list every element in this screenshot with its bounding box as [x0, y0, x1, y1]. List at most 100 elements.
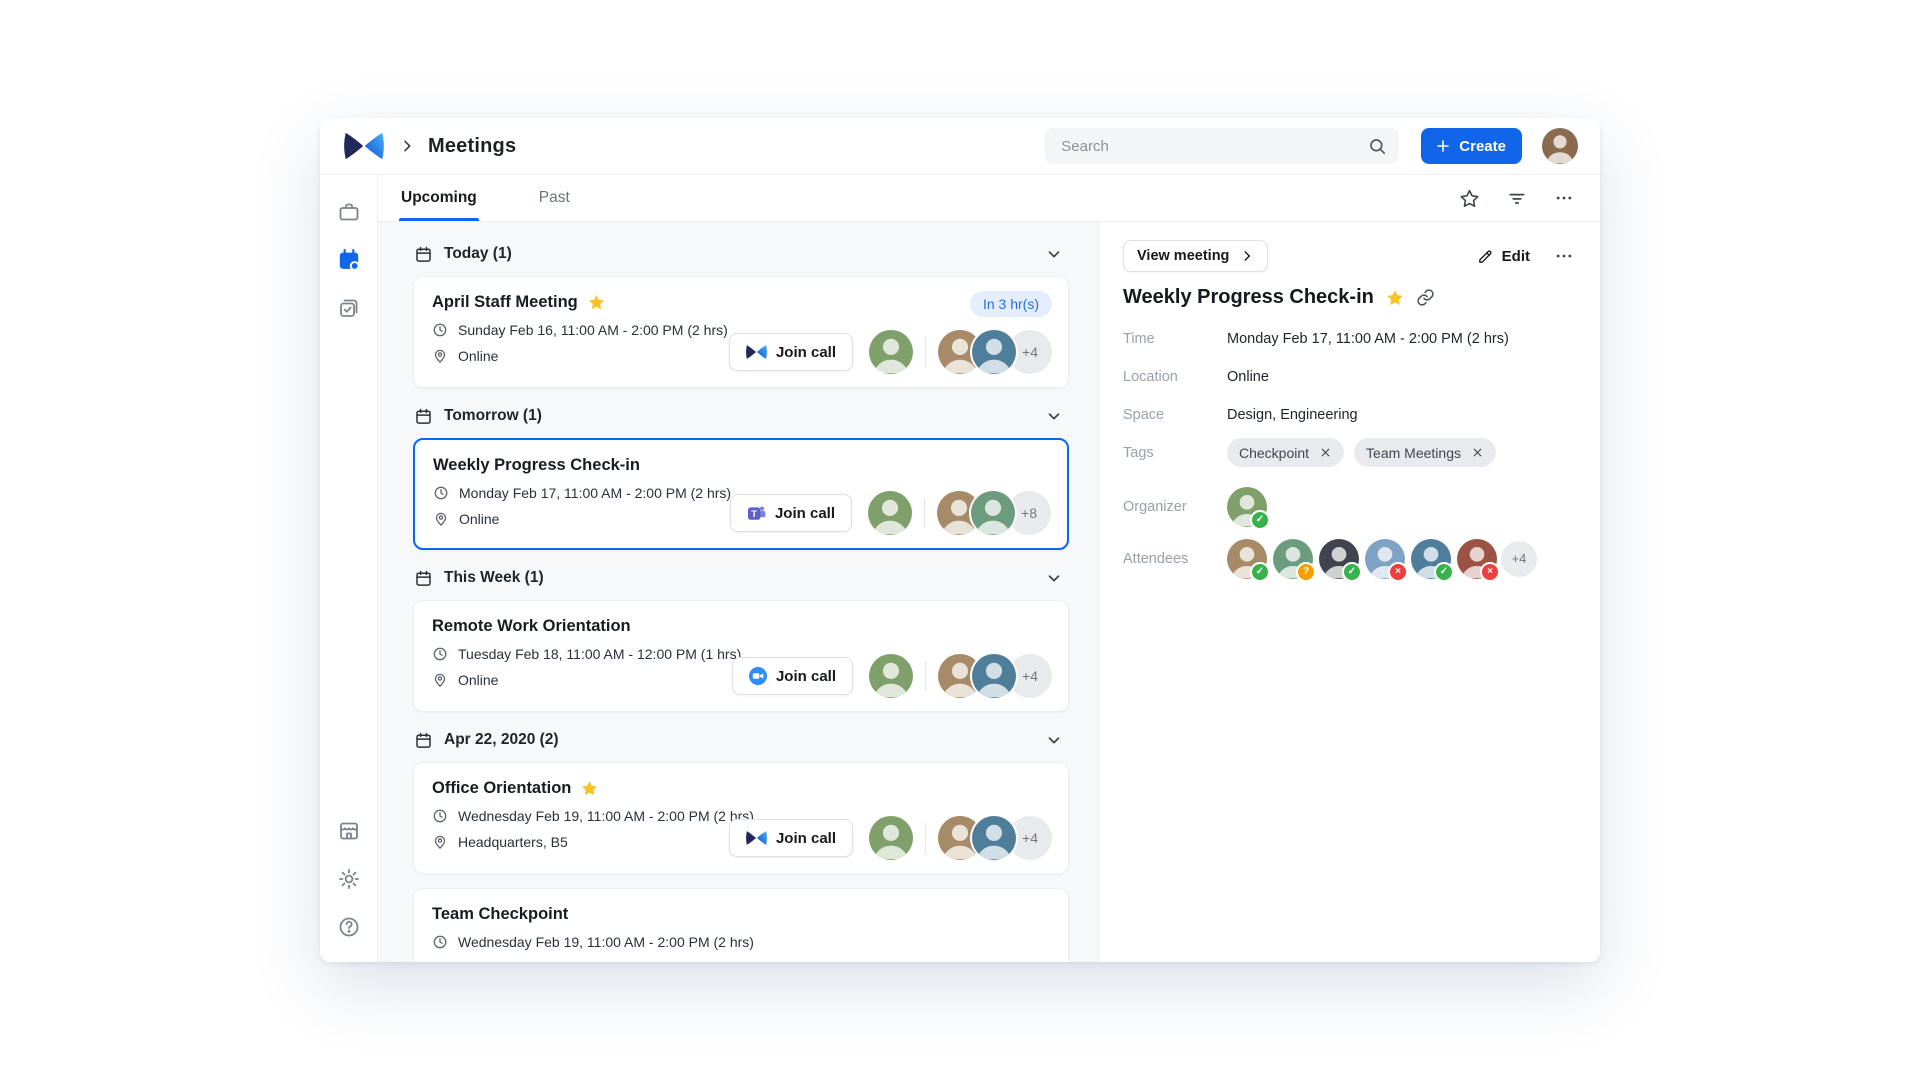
more-options-icon[interactable] [1554, 188, 1574, 208]
remove-tag-icon[interactable] [1319, 446, 1332, 459]
task-list-icon [337, 296, 361, 320]
remove-tag-icon[interactable] [1471, 446, 1484, 459]
question-status-badge: ? [1296, 562, 1316, 582]
cross-status-badge: × [1388, 562, 1408, 582]
location-pin-icon [433, 511, 449, 527]
avatar: ? [1273, 539, 1313, 579]
join-call-button[interactable]: Join call [732, 657, 853, 695]
sidebar-item-projects[interactable] [332, 195, 366, 229]
tab-past[interactable]: Past [537, 175, 572, 221]
section-header-apr-22-2020[interactable]: Apr 22, 2020 (2) [414, 726, 1067, 754]
meeting-title: Remote Work Orientation [432, 617, 631, 636]
search-input[interactable] [1059, 137, 1368, 156]
join-call-button[interactable]: Join call [729, 333, 853, 371]
star-icon [580, 779, 599, 798]
check-status-badge: ✓ [1342, 562, 1362, 582]
copy-link-icon[interactable] [1416, 288, 1435, 307]
section-header-this-week[interactable]: This Week (1) [414, 564, 1067, 592]
avatar: ✓ [1319, 539, 1359, 579]
meeting-time: Wednesday Feb 19, 11:00 AM - 2:00 PM (2 … [458, 934, 754, 950]
avatar: ✓ [1411, 539, 1451, 579]
sidebar-item-meetings-active[interactable] [332, 243, 366, 277]
chevron-down-icon[interactable] [1045, 245, 1063, 263]
meeting-card-team-checkpoint[interactable]: Team Checkpoint Wednesday Feb 19, 11:00 … [413, 888, 1069, 962]
calendar-icon [414, 569, 433, 588]
briefcase-icon [337, 200, 361, 224]
app-logo-icon[interactable] [344, 131, 384, 161]
sidebar-item-settings[interactable] [332, 862, 366, 896]
field-label: Attendees [1123, 550, 1227, 568]
attendee-avatars [937, 491, 1015, 535]
sidebar-item-tasks[interactable] [332, 291, 366, 325]
join-call-button[interactable]: Join call [729, 819, 853, 857]
meeting-title: Weekly Progress Check-in [433, 456, 640, 475]
page-title: Meetings [428, 135, 516, 158]
tag-chip: Checkpoint [1227, 438, 1344, 467]
view-meeting-button[interactable]: View meeting [1123, 240, 1268, 272]
search-bar[interactable] [1045, 128, 1399, 164]
avatar-divider [925, 823, 926, 853]
meeting-detail-panel: View meeting Edit [1098, 222, 1600, 962]
meeting-location: Online [459, 511, 499, 527]
field-value-space: Design, Engineering [1227, 406, 1358, 424]
avatar: × [1457, 539, 1497, 579]
field-row-attendees: Attendees ✓?✓×✓× +4 [1123, 539, 1574, 579]
tag-chip: Team Meetings [1354, 438, 1496, 467]
favorite-star-icon[interactable] [1459, 188, 1480, 209]
meeting-card-remote-work-orientation[interactable]: Remote Work Orientation Tuesday Feb 18, … [413, 600, 1069, 712]
clock-icon [433, 485, 449, 501]
sidebar-item-help[interactable] [332, 910, 366, 944]
star-icon [1385, 288, 1405, 308]
avatar [972, 330, 1016, 374]
section-header-tomorrow[interactable]: Tomorrow (1) [414, 402, 1067, 430]
app-window: Meetings Create [320, 118, 1600, 962]
app-call-icon [746, 344, 767, 360]
chevron-down-icon[interactable] [1045, 569, 1063, 587]
detail-meeting-title: Weekly Progress Check-in [1123, 286, 1374, 309]
organizer-avatar [868, 491, 912, 535]
star-icon [587, 293, 606, 312]
meeting-card-office-orientation[interactable]: Office Orientation Wednesday Feb 19, 11:… [413, 762, 1069, 874]
calendar-icon [336, 247, 362, 273]
countdown-badge: In 3 hr(s) [970, 291, 1052, 317]
chevron-down-icon[interactable] [1045, 407, 1063, 425]
breadcrumb-chevron-right-icon [399, 138, 415, 154]
meeting-location: Online [458, 348, 498, 364]
calendar-icon [414, 731, 433, 750]
section-header-today[interactable]: Today (1) [414, 240, 1067, 268]
field-row-tags: Tags Checkpoint Team Meetings [1123, 444, 1574, 467]
tab-upcoming[interactable]: Upcoming [399, 175, 479, 221]
chevron-down-icon[interactable] [1045, 731, 1063, 749]
meeting-title: Office Orientation [432, 779, 571, 798]
meeting-location: Headquarters, B5 [458, 834, 568, 850]
field-label: Location [1123, 368, 1227, 386]
detail-more-options-icon[interactable] [1554, 246, 1574, 266]
clock-icon [432, 322, 448, 338]
meeting-card-april-staff-meeting[interactable]: April Staff Meeting In 3 hr(s) Sunday Fe… [413, 276, 1069, 388]
meeting-time: Wednesday Feb 19, 11:00 AM - 2:00 PM (2 … [458, 808, 754, 824]
edit-button[interactable]: Edit [1477, 248, 1530, 265]
meeting-time: Tuesday Feb 18, 11:00 AM - 12:00 PM (1 h… [458, 646, 741, 662]
avatar: ✓ [1227, 539, 1267, 579]
ms-teams-icon: T [747, 504, 766, 522]
avatar: ✓ [1227, 487, 1267, 527]
meeting-time: Sunday Feb 16, 11:00 AM - 2:00 PM (2 hrs… [458, 322, 728, 338]
profile-avatar[interactable] [1542, 128, 1578, 164]
gear-icon [337, 867, 361, 891]
sidebar-item-apps[interactable] [332, 814, 366, 848]
check-status-badge: ✓ [1250, 510, 1270, 530]
cross-status-badge: × [1480, 562, 1500, 582]
organizer-avatar [869, 654, 913, 698]
create-button[interactable]: Create [1421, 128, 1522, 164]
pencil-icon [1477, 248, 1494, 265]
section-label: Today (1) [444, 245, 512, 263]
clock-icon [432, 646, 448, 662]
join-call-button[interactable]: T Join call [730, 494, 852, 532]
organizer-avatar: ✓ [1227, 487, 1267, 527]
location-pin-icon [432, 834, 448, 850]
filter-icon[interactable] [1507, 188, 1527, 208]
attendee-avatars [938, 330, 1016, 374]
app-call-icon [746, 830, 767, 846]
field-value-location: Online [1227, 368, 1269, 386]
meeting-card-weekly-progress-check-in-selected[interactable]: Weekly Progress Check-in Monday Feb 17, … [413, 438, 1069, 550]
